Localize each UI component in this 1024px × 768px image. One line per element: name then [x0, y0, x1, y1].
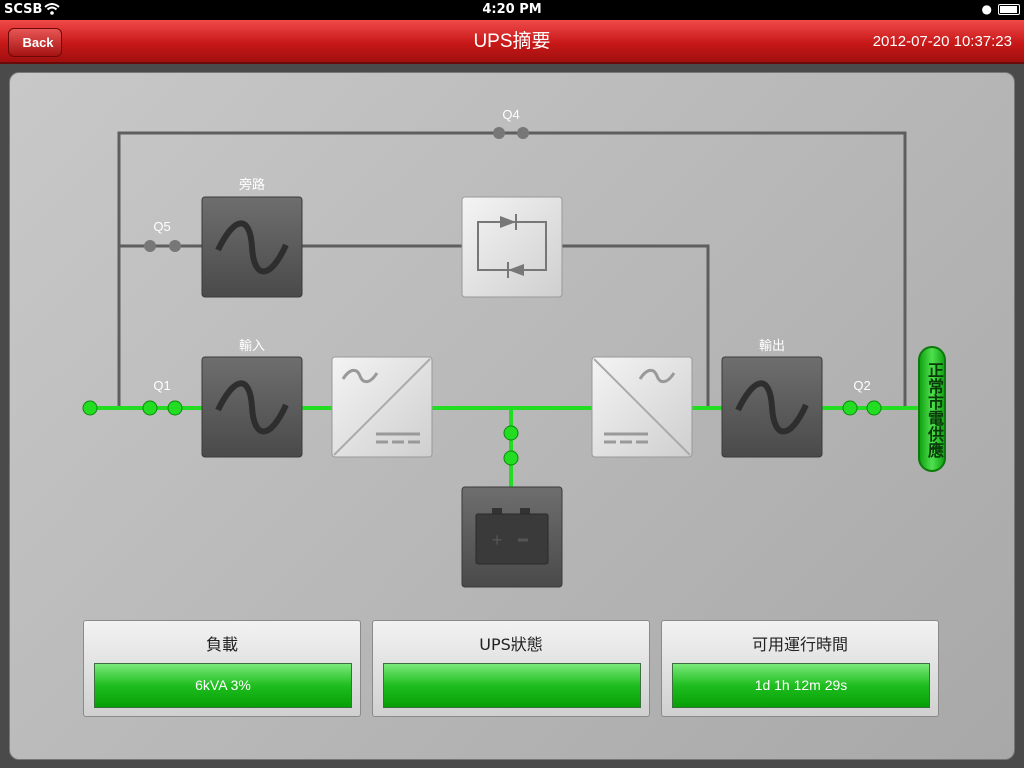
inverter-box[interactable]: [591, 356, 693, 458]
runtime-card: 可用運行時間 1d 1h 12m 29s: [661, 620, 939, 717]
ups-status-card: UPS狀態: [372, 620, 650, 717]
load-card: 負載 6kVA 3%: [83, 620, 361, 717]
rectifier-box[interactable]: [331, 356, 433, 458]
svg-text:+: +: [492, 530, 503, 550]
q4-label: Q4: [502, 107, 519, 122]
q5-label: Q5: [153, 219, 170, 234]
bypass-label: 旁路: [239, 177, 265, 192]
output-box[interactable]: [721, 356, 823, 458]
load-value-bar: 6kVA 3%: [94, 663, 352, 708]
ups-status-bar: [383, 663, 641, 708]
output-status-text: 正常市電供應: [925, 362, 944, 458]
q2-label: Q2: [853, 378, 870, 393]
q1-label: Q1: [153, 378, 170, 393]
runtime-title: 可用運行時間: [751, 635, 848, 654]
bypass-box[interactable]: [201, 196, 303, 298]
output-label: 輸出: [759, 338, 785, 353]
battery-symbol-icon: +: [475, 508, 549, 565]
input-box[interactable]: [201, 356, 303, 458]
load-title: 負載: [205, 635, 238, 654]
ups-status-title: UPS狀態: [479, 635, 543, 654]
battery-box[interactable]: +: [461, 486, 563, 588]
static-switch-box[interactable]: [461, 196, 563, 298]
input-label: 輸入: [239, 338, 265, 353]
runtime-value-bar: 1d 1h 12m 29s: [672, 663, 930, 708]
